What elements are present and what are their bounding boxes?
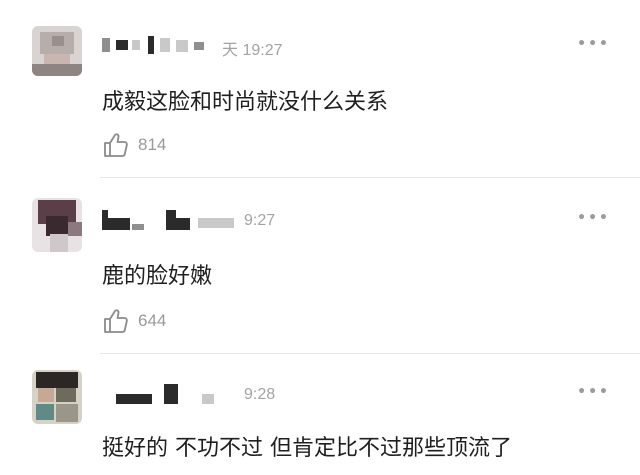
more-options-icon[interactable]: ••• [577, 210, 610, 226]
comment-time: 天 19:27 [222, 42, 283, 59]
like-count: 814 [138, 135, 167, 154]
more-options-icon[interactable]: ••• [577, 384, 610, 400]
comment-item: 9:28 ••• 挺好的 不功不过 但肯定比不过那些顶流了 [0, 354, 640, 475]
comment-time: 9:27 [244, 212, 276, 229]
comment-text: 挺好的 不功不过 但肯定比不过那些顶流了 [102, 436, 512, 461]
username[interactable] [102, 34, 222, 54]
more-options-icon[interactable]: ••• [577, 36, 610, 52]
like-button[interactable]: 814 [102, 130, 166, 160]
comment-text: 鹿的脸好嫩 [102, 264, 213, 289]
comment-item: 天 19:27 ••• 成毅这脸和时尚就没什么关系 814 [0, 0, 640, 178]
avatar[interactable] [32, 370, 82, 424]
avatar[interactable] [32, 26, 82, 76]
username[interactable] [102, 384, 222, 404]
avatar[interactable] [32, 198, 82, 252]
like-count: 644 [138, 311, 167, 330]
username[interactable] [102, 210, 242, 230]
comment-time: 9:28 [244, 386, 276, 403]
comment-text: 成毅这脸和时尚就没什么关系 [102, 90, 389, 115]
thumbs-up-icon [104, 133, 128, 157]
like-button[interactable]: 644 [102, 306, 166, 336]
thumbs-up-icon [104, 309, 128, 333]
comment-item: 9:27 ••• 鹿的脸好嫩 644 [0, 178, 640, 354]
